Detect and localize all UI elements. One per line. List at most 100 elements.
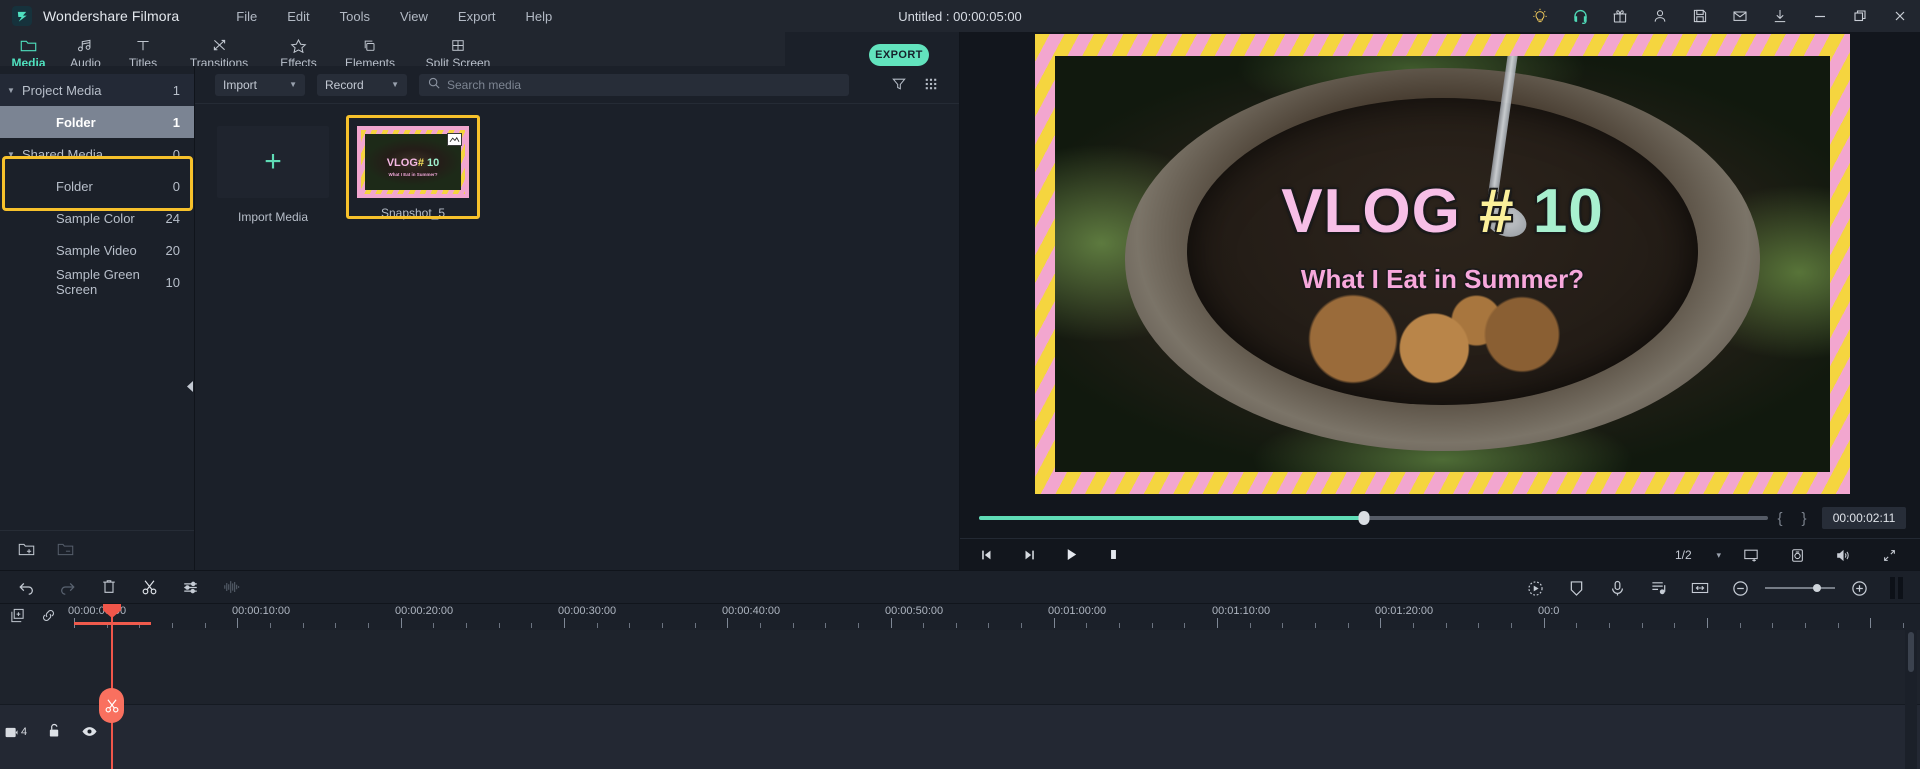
audio-waveform-icon[interactable] <box>211 570 252 604</box>
ruler-tick-minor <box>857 623 859 628</box>
thumb-title-number: 10 <box>424 157 440 169</box>
unlock-icon[interactable] <box>48 723 61 741</box>
minimize-icon[interactable] <box>1800 0 1840 32</box>
tab-media[interactable]: Media <box>0 32 57 71</box>
menu-item-file[interactable]: File <box>221 5 272 28</box>
audio-mixer-icon[interactable] <box>1638 571 1679 605</box>
download-icon[interactable] <box>1760 0 1800 32</box>
menu-item-edit[interactable]: Edit <box>272 5 324 28</box>
tab-transitions[interactable]: Transitions <box>172 32 266 70</box>
search-media-box[interactable] <box>419 73 849 96</box>
tab-audio[interactable]: Audio <box>57 32 114 70</box>
media-item-card[interactable]: VLOG# 10 What I Eat in Summer? Snapshot_… <box>346 115 480 224</box>
tab-titles[interactable]: Titles <box>114 32 172 70</box>
playhead-split-button[interactable] <box>99 688 124 723</box>
import-media-card[interactable]: + Import Media <box>217 126 329 224</box>
maximize-icon[interactable] <box>1840 0 1880 32</box>
fullscreen-icon[interactable] <box>1868 539 1910 571</box>
sidebar-item-sample-color[interactable]: Sample Color 24 <box>0 202 194 234</box>
prev-frame-button[interactable] <box>966 539 1008 571</box>
text-t-icon <box>135 36 151 55</box>
chevron-down-icon: ▼ <box>289 80 297 89</box>
menu-item-view[interactable]: View <box>385 5 443 28</box>
voiceover-mic-icon[interactable] <box>1597 571 1638 605</box>
remove-folder-icon[interactable] <box>57 542 74 560</box>
zoom-out-icon[interactable] <box>1720 571 1761 605</box>
redo-icon[interactable] <box>47 570 88 604</box>
ruler-tick-major <box>890 618 892 628</box>
undo-icon[interactable] <box>6 570 47 604</box>
mark-out-brace-icon[interactable]: } <box>1792 510 1816 527</box>
link-clips-icon[interactable] <box>41 608 56 626</box>
tab-elements[interactable]: Elements <box>331 32 409 70</box>
tab-split-screen[interactable]: Split Screen <box>409 32 507 70</box>
ruler-tick-minor <box>531 623 533 628</box>
grid-view-icon[interactable] <box>924 77 938 94</box>
user-account-icon[interactable] <box>1640 0 1680 32</box>
folder-icon <box>20 36 37 55</box>
timeline-toolbar <box>0 570 1920 604</box>
menu-item-tools[interactable]: Tools <box>325 5 385 28</box>
adjust-sliders-icon[interactable] <box>170 570 211 604</box>
snapshot-screen-icon[interactable] <box>1730 539 1772 571</box>
headset-support-icon[interactable] <box>1560 0 1600 32</box>
motion-tracking-icon[interactable] <box>1515 571 1556 605</box>
video-track-lane[interactable] <box>0 630 1920 705</box>
color-shield-icon[interactable] <box>1556 571 1597 605</box>
export-button[interactable]: EXPORT <box>869 44 929 66</box>
ruler-tick-minor <box>1413 623 1415 628</box>
seek-handle[interactable] <box>1358 511 1370 525</box>
sidebar-item-sample-green-screen[interactable]: Sample Green Screen 10 <box>0 266 194 298</box>
preview-seek-bar[interactable] <box>979 511 1768 525</box>
timeline-zoom-slider[interactable] <box>1761 571 1839 605</box>
track-header-controls: 4 <box>0 721 97 743</box>
close-icon[interactable] <box>1880 0 1920 32</box>
stop-button[interactable] <box>1092 539 1134 571</box>
next-frame-button[interactable] <box>1008 539 1050 571</box>
lightbulb-icon[interactable] <box>1520 0 1560 32</box>
filter-funnel-icon[interactable] <box>892 77 906 94</box>
audio-track-lane[interactable] <box>0 705 1920 769</box>
volume-icon[interactable] <box>1822 539 1864 571</box>
play-button[interactable] <box>1050 539 1092 571</box>
chevron-down-icon[interactable]: ▼ <box>0 150 22 159</box>
mail-icon[interactable] <box>1720 0 1760 32</box>
camera-snapshot-icon[interactable] <box>1776 539 1818 571</box>
zoom-slider-handle[interactable] <box>1813 584 1821 592</box>
ruler-tick-minor <box>1086 623 1088 628</box>
split-scissors-icon[interactable] <box>129 570 170 604</box>
tab-effects[interactable]: Effects <box>266 32 331 70</box>
zoom-in-icon[interactable] <box>1839 571 1880 605</box>
mark-in-brace-icon[interactable]: { <box>1768 510 1792 527</box>
ruler-tick-major <box>1053 618 1055 628</box>
timeline-vertical-scrollbar[interactable] <box>1905 630 1917 769</box>
video-track-count: 4 <box>21 726 28 738</box>
sidebar-item-project-media[interactable]: ▼ Project Media 1 <box>0 74 194 106</box>
sidebar-item-sample-video[interactable]: Sample Video 20 <box>0 234 194 266</box>
sidebar-item-shared-folder[interactable]: Folder 0 <box>0 170 194 202</box>
new-folder-icon[interactable] <box>18 542 35 560</box>
collapse-left-icon[interactable] <box>185 372 195 400</box>
chevron-down-icon[interactable]: ▼ <box>0 86 22 95</box>
timeline-ruler[interactable]: 00:00:00:00 00:00:10:00 00:00:20:00 00:00:3… <box>0 604 1920 630</box>
import-dropdown[interactable]: Import ▼ <box>215 73 305 96</box>
eye-visible-icon[interactable] <box>82 725 97 740</box>
search-input[interactable] <box>447 77 840 92</box>
marker-add-icon[interactable] <box>10 608 25 626</box>
layers-icon <box>362 36 378 55</box>
video-preview-frame[interactable]: VLOG # 10 What I Eat in Summer? <box>1035 34 1850 494</box>
media-item-label: Snapshot_5 <box>380 206 446 220</box>
delete-trash-icon[interactable] <box>88 570 129 604</box>
menu-item-export[interactable]: Export <box>443 5 511 28</box>
sidebar-item-project-folder[interactable]: Folder 1 <box>0 106 194 138</box>
gift-icon[interactable] <box>1600 0 1640 32</box>
ruler-tick-minor <box>498 623 500 628</box>
sidebar-item-shared-media[interactable]: ▼ Shared Media 0 <box>0 138 194 170</box>
save-icon[interactable] <box>1680 0 1720 32</box>
record-dropdown[interactable]: Record ▼ <box>317 73 407 96</box>
fit-timeline-icon[interactable] <box>1679 571 1720 605</box>
import-media-dropzone[interactable]: + <box>217 126 329 198</box>
render-preview-icon[interactable] <box>1890 577 1906 599</box>
playback-quality-selector[interactable]: 1/2 ▾ <box>1670 545 1726 565</box>
menu-item-help[interactable]: Help <box>511 5 568 28</box>
